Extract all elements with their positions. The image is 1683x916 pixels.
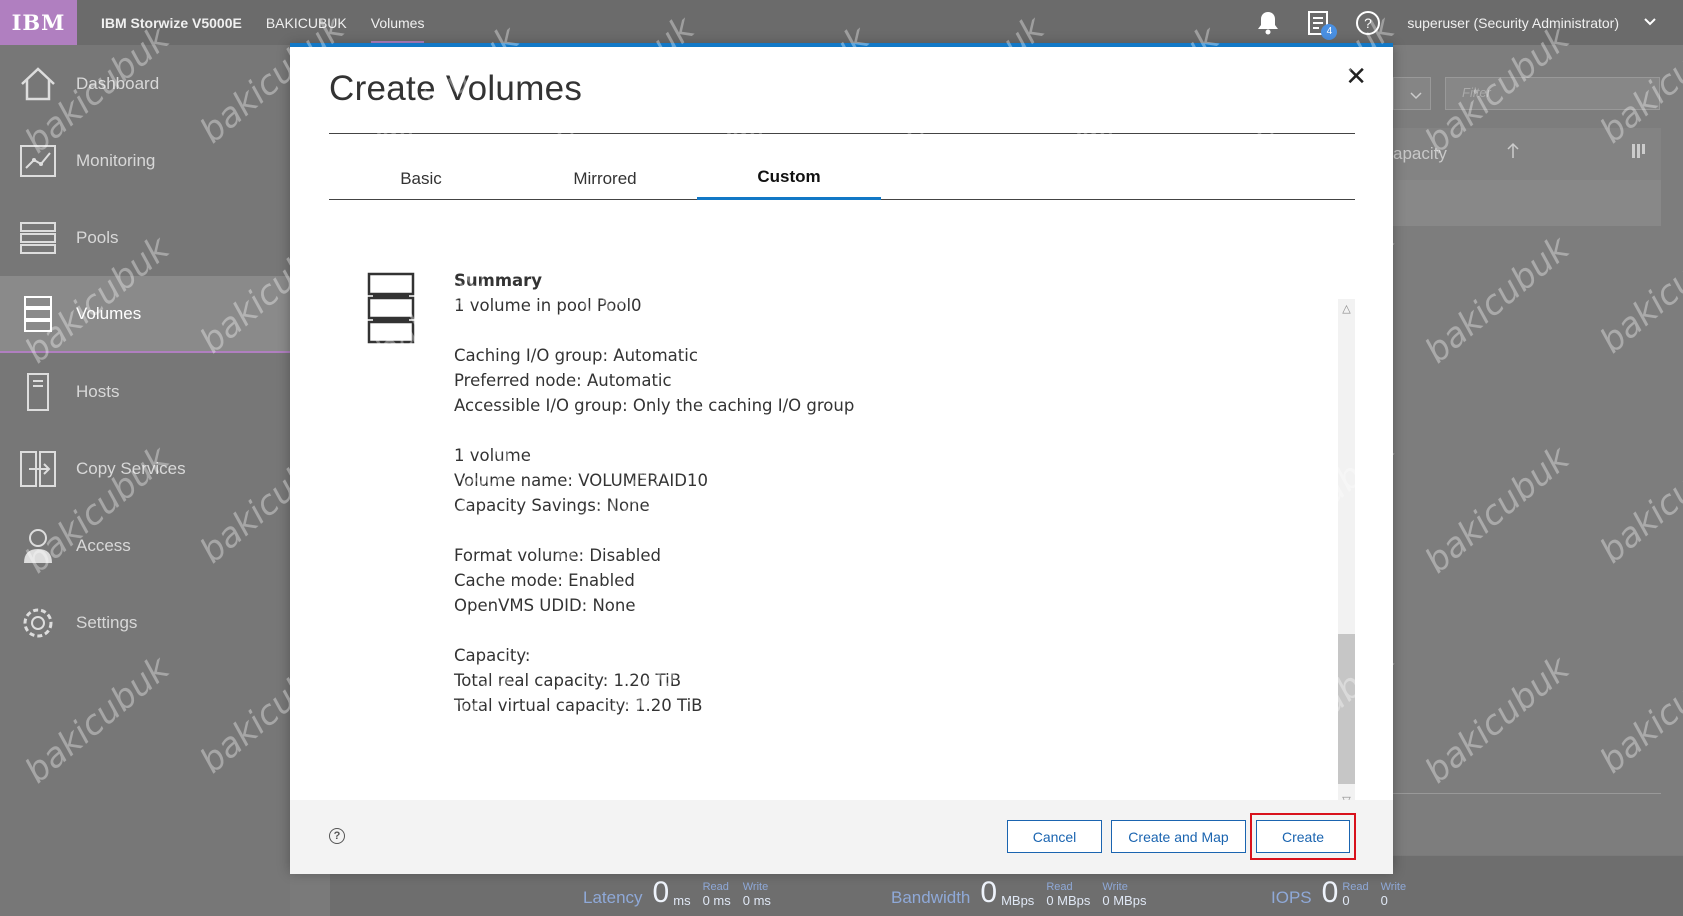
capacity-column-header[interactable]: apacity — [1393, 144, 1447, 163]
summary-virtual-capacity: Total virtual capacity: 1.20 TiB — [454, 696, 703, 715]
breadcrumb-section[interactable]: Volumes — [370, 15, 425, 43]
access-icon — [18, 526, 58, 566]
summary-panel: Summary 1 volume in pool Pool0 Caching I… — [329, 242, 1339, 752]
sidebar-item-copy-services[interactable]: Copy Services — [0, 430, 290, 507]
sidebar-item-settings[interactable]: Settings — [0, 584, 290, 661]
monitoring-icon — [18, 141, 58, 181]
iops-value: 0 — [1321, 876, 1339, 909]
tab-custom[interactable]: Custom — [697, 157, 881, 200]
sidebar-item-dashboard[interactable]: Dashboard — [0, 45, 290, 122]
pools-icon — [18, 218, 58, 258]
chevron-down-icon[interactable] — [1643, 14, 1657, 32]
summary-preferred: Preferred node: Automatic — [454, 371, 672, 390]
summary-caching: Caching I/O group: Automatic — [454, 346, 698, 365]
summary-text: Summary 1 volume in pool Pool0 Caching I… — [454, 268, 854, 718]
write-label: Write — [1380, 881, 1407, 893]
tasks-badge: 4 — [1321, 23, 1338, 40]
read-label: Read — [702, 881, 729, 893]
iops-label: IOPS — [1271, 888, 1312, 907]
tasks-icon[interactable]: 4 — [1303, 8, 1338, 40]
summary-count: 1 volume — [454, 446, 531, 465]
tab-mirrored[interactable]: Mirrored — [513, 157, 697, 200]
write-label: Write — [742, 881, 769, 893]
volume-type-tabs: Basic Mirrored Custom — [329, 157, 1355, 200]
column-settings-icon[interactable] — [1631, 142, 1649, 165]
bandwidth-unit: MBps — [1001, 893, 1035, 908]
user-menu[interactable]: superuser (Security Administrator) — [1407, 15, 1619, 31]
tab-basic[interactable]: Basic — [329, 157, 513, 200]
settings-icon — [18, 603, 58, 643]
table-header: apacity — [1393, 128, 1661, 180]
bandwidth-value: 0 — [980, 876, 998, 909]
title-divider — [329, 133, 1355, 134]
volumes-icon — [18, 294, 58, 334]
scroll-thumb[interactable] — [1338, 634, 1355, 784]
table-row[interactable] — [1393, 180, 1661, 226]
cancel-button[interactable]: Cancel — [1007, 820, 1102, 853]
summary-real-capacity: Total real capacity: 1.20 TiB — [454, 671, 682, 690]
sidebar-item-label: Settings — [76, 612, 138, 632]
iops-write: 0 — [1380, 893, 1388, 908]
bandwidth-label: Bandwidth — [891, 888, 971, 907]
latency-unit: ms — [673, 893, 691, 908]
create-button[interactable]: Create — [1256, 820, 1350, 853]
close-icon[interactable]: ✕ — [1345, 61, 1367, 92]
sidebar-item-label: Volumes — [76, 303, 142, 323]
sidebar-item-label: Access — [76, 535, 131, 555]
sidebar-item-label: Dashboard — [76, 73, 160, 93]
sidebar-item-label: Pools — [76, 227, 119, 247]
help-icon[interactable]: ? — [1353, 8, 1383, 38]
summary-scrollbar[interactable]: △ ▽ — [1338, 299, 1355, 809]
help-icon[interactable]: ? — [329, 828, 345, 844]
divider — [1393, 793, 1661, 794]
filter-input[interactable]: Filter — [1445, 77, 1660, 110]
bell-icon[interactable] — [1253, 8, 1283, 38]
top-bar: IBM IBM Storwize V5000E BAKICUBUK Volume… — [0, 0, 1683, 45]
summary-openvms: OpenVMS UDID: None — [454, 596, 636, 615]
summary-accessible: Accessible I/O group: Only the caching I… — [454, 396, 855, 415]
volumes-icon — [367, 272, 415, 344]
chevron-down-icon — [1409, 88, 1423, 106]
background-select[interactable] — [1393, 77, 1431, 110]
sidebar-item-hosts[interactable]: Hosts — [0, 353, 290, 430]
sidebar-item-monitoring[interactable]: Monitoring — [0, 122, 290, 199]
latency-write: 0 ms — [742, 893, 771, 908]
iops-read: 0 — [1342, 893, 1350, 908]
summary-pool: 1 volume in pool Pool0 — [454, 296, 642, 315]
dialog-title: Create Volumes — [329, 69, 583, 108]
home-icon — [18, 64, 58, 104]
svg-text:?: ? — [1364, 15, 1372, 31]
summary-cache-mode: Cache mode: Enabled — [454, 571, 635, 590]
sidebar-item-pools[interactable]: Pools — [0, 199, 290, 276]
sidebar-item-label: Copy Services — [76, 458, 186, 478]
summary-format: Format volume: Disabled — [454, 546, 661, 565]
latency-label: Latency — [583, 888, 643, 907]
bandwidth-read: 0 MBps — [1046, 893, 1091, 908]
create-and-map-button[interactable]: Create and Map — [1111, 820, 1246, 853]
ibm-logo[interactable]: IBM — [0, 0, 77, 45]
product-name: IBM Storwize V5000E — [101, 14, 242, 31]
summary-capacity-heading: Capacity: — [454, 646, 531, 665]
dialog-footer: ? Cancel Create and Map Create — [290, 800, 1393, 874]
latency-read: 0 ms — [702, 893, 731, 908]
bandwidth-write: 0 MBps — [1102, 893, 1147, 908]
latency-value: 0 — [652, 876, 670, 909]
write-label: Write — [1102, 881, 1128, 893]
sidebar-item-label: Monitoring — [76, 150, 156, 170]
sidebar-item-access[interactable]: Access — [0, 507, 290, 584]
sidebar-item-volumes[interactable]: Volumes — [0, 276, 290, 353]
hosts-icon — [18, 372, 58, 412]
sidebar: Dashboard Monitoring Pools Volumes Hosts… — [0, 45, 290, 916]
sort-ascending-icon[interactable] — [1506, 142, 1520, 165]
sidebar-item-label: Hosts — [76, 381, 120, 401]
create-volumes-dialog: Create Volumes ✕ Basic Mirrored Custom S… — [290, 43, 1393, 874]
read-label: Read — [1046, 881, 1073, 893]
scroll-up-icon[interactable]: △ — [1338, 299, 1355, 317]
breadcrumb-system[interactable]: BAKICUBUK — [266, 15, 347, 31]
summary-heading: Summary — [454, 271, 543, 290]
copy-services-icon — [18, 449, 58, 489]
summary-savings: Capacity Savings: None — [454, 496, 650, 515]
read-label: Read — [1342, 881, 1369, 893]
summary-volume-name: Volume name: VOLUMERAID10 — [454, 471, 708, 490]
